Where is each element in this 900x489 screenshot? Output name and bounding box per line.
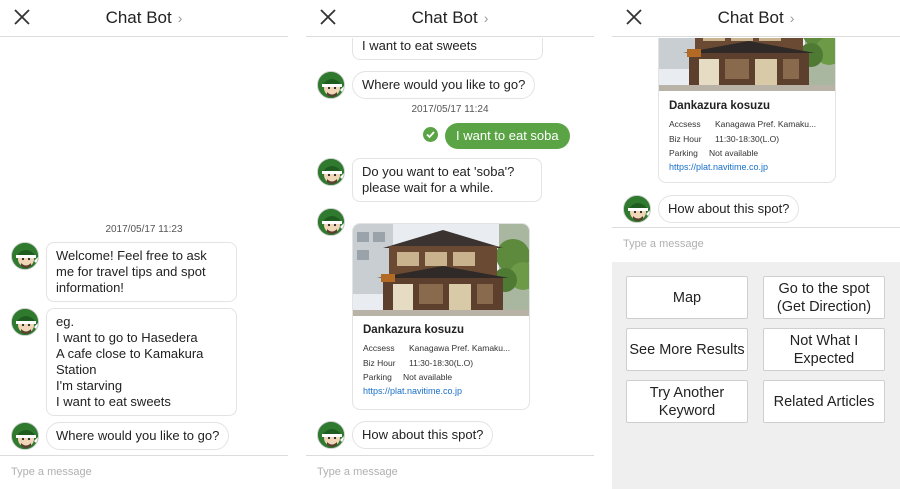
- message-input[interactable]: Type a message: [623, 238, 704, 250]
- user-message: I want to eat soba: [445, 123, 570, 149]
- chat-panel-1: Chat Bot › 2017/05/17 11:23 Welcome! Feel…: [0, 0, 288, 489]
- bot-avatar: [623, 195, 651, 223]
- spot-name: Dankazura kosuzu: [669, 100, 770, 112]
- message-input-bar[interactable]: Type a message: [0, 455, 288, 489]
- message-list[interactable]: I'm starving I want to eat sweets Where …: [306, 38, 594, 454]
- spot-photo: [353, 224, 529, 316]
- spot-access-row: Accsess Kanagawa Pref. Kamaku...: [363, 341, 523, 356]
- bot-avatar: [11, 422, 39, 450]
- chevron-right-icon: ›: [483, 10, 489, 26]
- related-articles-button[interactable]: Related Articles: [763, 380, 885, 423]
- message-list[interactable]: 2017/05/17 11:23 Welcome! Feel free to a…: [0, 38, 288, 454]
- spot-parking-row: Parking Not available: [363, 370, 523, 385]
- spot-hours-value: 11:30-18:30(L.O): [409, 357, 474, 368]
- header-title-text: Chat Bot: [411, 8, 478, 27]
- message-input[interactable]: Type a message: [11, 466, 92, 478]
- map-button[interactable]: Map: [626, 276, 748, 319]
- bot-message: Where would you like to go?: [46, 422, 230, 450]
- page-title[interactable]: Chat Bot ›: [0, 8, 288, 28]
- timestamp: 2017/05/17 11:24: [411, 104, 489, 115]
- not-what-expected-button[interactable]: Not What I Expected: [763, 328, 885, 371]
- chat-panel-3: Chat Bot › Dankazura kosuzu Accsess Kanaga…: [612, 0, 900, 489]
- message-list[interactable]: Dankazura kosuzu Accsess Kanagawa Pref. K…: [612, 38, 900, 226]
- bot-message: Where would you like to go?: [352, 71, 536, 99]
- spot-info: Dankazura kosuzu Accsess Kanagawa Pref. K…: [363, 324, 523, 396]
- spot-link[interactable]: https://plat.navitime.co.jp: [363, 386, 523, 396]
- message-input[interactable]: Type a message: [317, 466, 398, 478]
- get-direction-button[interactable]: Go to the spot (Get Direction): [763, 276, 885, 319]
- bot-avatar: [317, 421, 345, 449]
- bot-avatar: [317, 158, 345, 186]
- check-icon: [423, 127, 438, 142]
- quick-reply-panel: Map Go to the spot (Get Direction) See M…: [612, 262, 900, 489]
- spot-hours-row: Biz Hour 11:30-18:30(L.O): [669, 132, 829, 147]
- spot-parking-value: Not available: [709, 148, 759, 158]
- spot-parking-value: Not available: [403, 372, 453, 382]
- header-title-text: Chat Bot: [717, 8, 784, 27]
- spot-access-label: Accsess: [669, 119, 701, 129]
- chat-header: Chat Bot ›: [0, 0, 288, 37]
- timestamp: 2017/05/17 11:23: [105, 224, 183, 235]
- chat-panel-2: Chat Bot › I'm starving I want to eat swe…: [306, 0, 594, 489]
- spot-card[interactable]: Dankazura kosuzu Accsess Kanagawa Pref. K…: [658, 38, 836, 183]
- spot-hours-value: 11:30-18:30(L.O): [715, 133, 780, 144]
- bot-message: Welcome! Feel free to ask me for travel …: [46, 242, 237, 302]
- message-input-bar[interactable]: Type a message: [306, 455, 594, 489]
- spot-access-label: Accsess: [363, 343, 395, 353]
- spot-access-row: Accsess Kanagawa Pref. Kamaku...: [669, 117, 829, 132]
- spot-card[interactable]: Dankazura kosuzu Accsess Kanagawa Pref. K…: [352, 223, 530, 410]
- bot-avatar: [317, 208, 345, 236]
- chevron-right-icon: ›: [789, 10, 795, 26]
- spot-link[interactable]: https://plat.navitime.co.jp: [669, 162, 829, 172]
- bot-avatar: [11, 242, 39, 270]
- spot-photo: [659, 38, 835, 91]
- spot-parking-row: Parking Not available: [669, 146, 829, 161]
- bot-message: Do you want to eat 'soba'? please wait f…: [352, 158, 542, 202]
- spot-hours-label: Biz Hour: [669, 133, 702, 144]
- page-title[interactable]: Chat Bot ›: [306, 8, 594, 28]
- spot-name: Dankazura kosuzu: [363, 324, 464, 336]
- chevron-right-icon: ›: [177, 10, 183, 26]
- spot-access-value: Kanagawa Pref. Kamaku...: [715, 119, 817, 129]
- bot-message: How about this spot?: [352, 421, 494, 449]
- try-another-keyword-button[interactable]: Try Another Keyword: [626, 380, 748, 423]
- chat-header: Chat Bot ›: [306, 0, 594, 37]
- message-input-bar[interactable]: Type a message: [612, 227, 900, 263]
- spot-hours-row: Biz Hour 11:30-18:30(L.O): [363, 356, 523, 371]
- page-title[interactable]: Chat Bot ›: [612, 8, 900, 28]
- bot-message: How about this spot?: [658, 195, 800, 223]
- header-title-text: Chat Bot: [105, 8, 172, 27]
- spot-parking-label: Parking: [669, 148, 698, 158]
- spot-parking-label: Parking: [363, 372, 392, 382]
- spot-access-value: Kanagawa Pref. Kamaku...: [409, 343, 511, 353]
- bot-avatar: [317, 71, 345, 99]
- bot-message: eg. I want to go to Hasedera A cafe clos…: [46, 308, 237, 416]
- bot-message: I'm starving I want to eat sweets: [352, 38, 543, 60]
- spot-info: Dankazura kosuzu Accsess Kanagawa Pref. K…: [669, 100, 829, 172]
- bot-avatar: [11, 308, 39, 336]
- chat-header: Chat Bot ›: [612, 0, 900, 37]
- spot-hours-label: Biz Hour: [363, 357, 396, 368]
- see-more-results-button[interactable]: See More Results: [626, 328, 748, 371]
